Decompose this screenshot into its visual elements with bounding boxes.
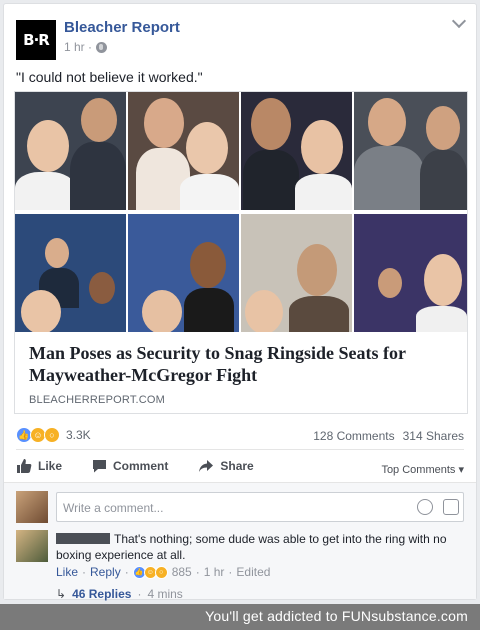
photo-2 xyxy=(128,92,239,210)
comment-edited[interactable]: Edited xyxy=(236,565,270,579)
watermark-text: You'll get addicted to FUNsubstance.com xyxy=(205,608,468,624)
photo-3 xyxy=(241,92,352,210)
reactions-summary[interactable]: 👍 ☺ ○ 3.3K xyxy=(16,427,91,443)
thumbs-up-icon xyxy=(17,459,32,473)
comment-reply-link[interactable]: Reply xyxy=(90,565,121,579)
watermark-bar: You'll get addicted to FUNsubstance.com xyxy=(0,604,480,630)
reply-arrow-icon: ↳ xyxy=(56,587,67,601)
post-card: B·R Bleacher Report 1 hr · "I could not … xyxy=(3,3,477,601)
comment-time[interactable]: 1 hr xyxy=(204,565,225,579)
shares-count-link[interactable]: 314 Shares xyxy=(403,429,464,443)
post-stats: 128 Comments 314 Shares xyxy=(313,429,464,443)
comment-reaction-count[interactable]: 885 xyxy=(172,565,192,579)
share-label: Share xyxy=(220,459,254,473)
page-logo[interactable]: B·R xyxy=(16,20,56,60)
replies-row[interactable]: ↳ 46 Replies · 4 mins xyxy=(56,587,183,601)
photo-8 xyxy=(354,214,467,332)
photo-7 xyxy=(241,214,352,332)
replies-link[interactable]: 46 Replies xyxy=(72,587,131,601)
share-button[interactable]: Share xyxy=(198,459,254,473)
emoji-icon[interactable] xyxy=(417,499,433,515)
replies-time: 4 mins xyxy=(147,587,183,601)
photo-4 xyxy=(354,92,467,210)
comment-input[interactable]: Write a comment... xyxy=(56,492,464,522)
link-preview[interactable]: Man Poses as Security to Snag Ringside S… xyxy=(14,91,468,414)
globe-icon xyxy=(96,41,108,53)
post-time[interactable]: 1 hr · xyxy=(64,40,92,54)
comment-meta: Like · Reply · 👍 ☺ ○ 885 · 1 hr · Edited xyxy=(56,565,271,579)
post-meta: 1 hr · xyxy=(64,40,108,54)
link-title[interactable]: Man Poses as Security to Snag Ringside S… xyxy=(29,342,459,386)
comments-count-link[interactable]: 128 Comments xyxy=(313,429,394,443)
comment-label: Comment xyxy=(113,459,169,473)
photo-6 xyxy=(128,214,239,332)
chevron-down-icon[interactable] xyxy=(451,13,467,29)
like-label: Like xyxy=(38,459,63,473)
commenter-avatar[interactable] xyxy=(16,530,48,562)
photo-collage[interactable] xyxy=(15,92,467,332)
comments-section: Write a comment... That's nothing; some … xyxy=(4,482,476,601)
comment-text: That's nothing; some dude was able to ge… xyxy=(56,532,447,562)
photo-5 xyxy=(15,214,126,332)
top-comments-dropdown[interactable]: Top Comments ▾ xyxy=(381,463,464,476)
wow-reaction-icon: ○ xyxy=(154,565,168,579)
divider xyxy=(16,449,464,450)
share-arrow-icon xyxy=(199,460,214,472)
post-text: "I could not believe it worked." xyxy=(16,69,203,85)
wow-reaction-icon: ○ xyxy=(44,427,60,443)
link-domain: BLEACHERREPORT.COM xyxy=(29,394,166,406)
sticker-icon[interactable] xyxy=(443,499,459,515)
user-avatar[interactable] xyxy=(16,491,48,523)
comment-icon xyxy=(93,460,107,473)
like-button[interactable]: Like xyxy=(16,459,62,473)
page-name-link[interactable]: Bleacher Report xyxy=(64,19,180,36)
comment-button[interactable]: Comment xyxy=(92,459,168,473)
comment-like-link[interactable]: Like xyxy=(56,565,78,579)
photo-1 xyxy=(15,92,126,210)
reactions-count: 3.3K xyxy=(66,428,91,442)
